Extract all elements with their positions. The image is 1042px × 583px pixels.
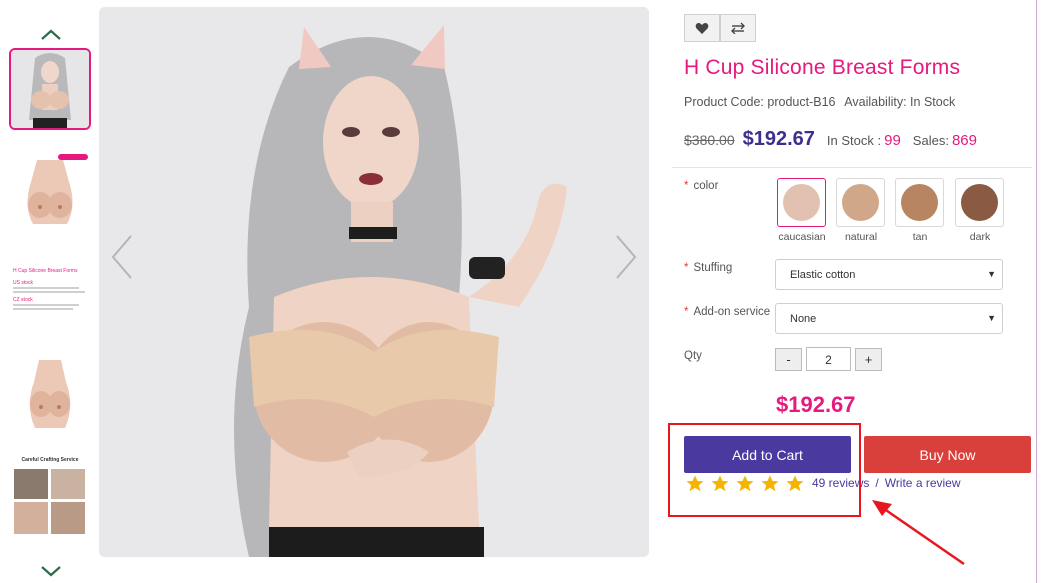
- qty-increase-button[interactable]: +: [855, 348, 882, 371]
- text-line: [13, 304, 79, 306]
- qty-decrease-button[interactable]: -: [775, 348, 802, 371]
- annotation-highlight-box: [668, 423, 861, 517]
- annotation-arrow-icon: [872, 500, 965, 566]
- thumbnail-us-stock: US stock: [13, 280, 34, 286]
- color-name: tan: [912, 231, 928, 243]
- addon-label-text: Add-on service: [693, 306, 771, 318]
- buy-now-button[interactable]: Buy Now: [864, 436, 1031, 473]
- divider: [672, 167, 1032, 168]
- addon-selected-value: None: [790, 313, 817, 325]
- stuffing-select[interactable]: Elastic cotton ▼: [775, 259, 1003, 290]
- swatch-color: [842, 184, 879, 221]
- thumb-up-chevron-icon[interactable]: [38, 27, 64, 43]
- color-name: dark: [969, 231, 991, 243]
- text-line: [13, 287, 79, 289]
- stock-value: 99: [884, 132, 901, 149]
- thumbnail-5[interactable]: Careful Crafting Service: [9, 452, 91, 538]
- qty-label: Qty: [684, 350, 702, 362]
- compare-button[interactable]: [720, 14, 756, 42]
- model-photo: [99, 7, 649, 557]
- thumbnail-3[interactable]: H Cup Silicone Breast Forms US stock CZ …: [9, 250, 91, 340]
- swatch-color: [961, 184, 998, 221]
- collage-image: [14, 469, 48, 499]
- color-swatch-natural[interactable]: [836, 178, 885, 227]
- collage-image: [51, 469, 85, 499]
- thumbnail-1[interactable]: [9, 48, 91, 130]
- caret-down-icon: ▼: [987, 313, 996, 323]
- color-swatch-dark[interactable]: [955, 178, 1004, 227]
- old-price: $380.00: [684, 132, 735, 148]
- swatch-color: [783, 184, 820, 221]
- main-product-image: [99, 7, 649, 557]
- product-title: H Cup Silicone Breast Forms: [684, 56, 961, 79]
- total-price: $192.67: [776, 392, 856, 417]
- stuffing-option-label: * Stuffing: [684, 262, 732, 274]
- required-mark: *: [684, 306, 689, 318]
- required-mark: *: [684, 180, 689, 192]
- color-option-label: * color: [684, 180, 718, 192]
- addon-option-label: * Add-on service: [684, 306, 770, 318]
- product-meta: Product Code: product-B16 Availability: …: [684, 95, 961, 109]
- sales-value: 869: [951, 132, 977, 149]
- caret-down-icon: ▼: [987, 269, 996, 279]
- wishlist-button[interactable]: [684, 14, 720, 42]
- stuffing-selected-value: Elastic cotton: [790, 269, 856, 281]
- thumbnail-cz-stock: CZ stock: [13, 297, 33, 303]
- color-swatch-caucasian[interactable]: [777, 178, 826, 227]
- write-review-link[interactable]: Write a review: [885, 476, 961, 490]
- text-line: [13, 308, 73, 310]
- product-code: Product Code: product-B16: [684, 95, 836, 109]
- breast-form-thumbnail-image: [9, 150, 91, 232]
- next-image-arrow-icon[interactable]: [611, 232, 641, 282]
- thumb-down-chevron-icon[interactable]: [38, 564, 64, 580]
- model-thumbnail-image: [11, 50, 89, 128]
- availability: Availability: In Stock: [844, 95, 956, 109]
- thumbnail-title: H Cup Silicone Breast Forms: [13, 268, 78, 274]
- qty-input[interactable]: 2: [806, 347, 851, 371]
- color-name: natural: [844, 231, 878, 243]
- previous-image-arrow-icon[interactable]: [107, 232, 137, 282]
- reviews-separator: /: [875, 476, 879, 490]
- breast-form-thumbnail-image: [9, 352, 91, 434]
- color-label-text: color: [693, 180, 719, 192]
- text-line: [13, 291, 85, 293]
- sales-label: Sales:: [912, 133, 949, 148]
- price-row: $380.00 $192.67 In Stock : 99 Sales: 869: [684, 128, 989, 151]
- swatch-color: [901, 184, 938, 221]
- product-page: H Cup Silicone Breast Forms US stock CZ …: [0, 0, 1042, 583]
- thumbnail-crafting-title: Careful Crafting Service: [21, 457, 79, 463]
- thumbnail-4[interactable]: [9, 352, 91, 434]
- page-edge-line: [1036, 0, 1037, 583]
- collage-image: [51, 502, 85, 534]
- addon-select[interactable]: None ▼: [775, 303, 1003, 334]
- collage-image: [14, 502, 48, 534]
- compare-arrows-icon: [731, 22, 745, 34]
- required-mark: *: [684, 262, 689, 274]
- color-name: caucasian: [778, 231, 826, 243]
- stock-label: In Stock :: [826, 133, 882, 148]
- thumbnail-2[interactable]: [9, 150, 91, 232]
- stuffing-label-text: Stuffing: [693, 262, 733, 274]
- heart-icon: [695, 22, 709, 34]
- color-swatch-tan[interactable]: [895, 178, 944, 227]
- current-price: $192.67: [742, 128, 815, 150]
